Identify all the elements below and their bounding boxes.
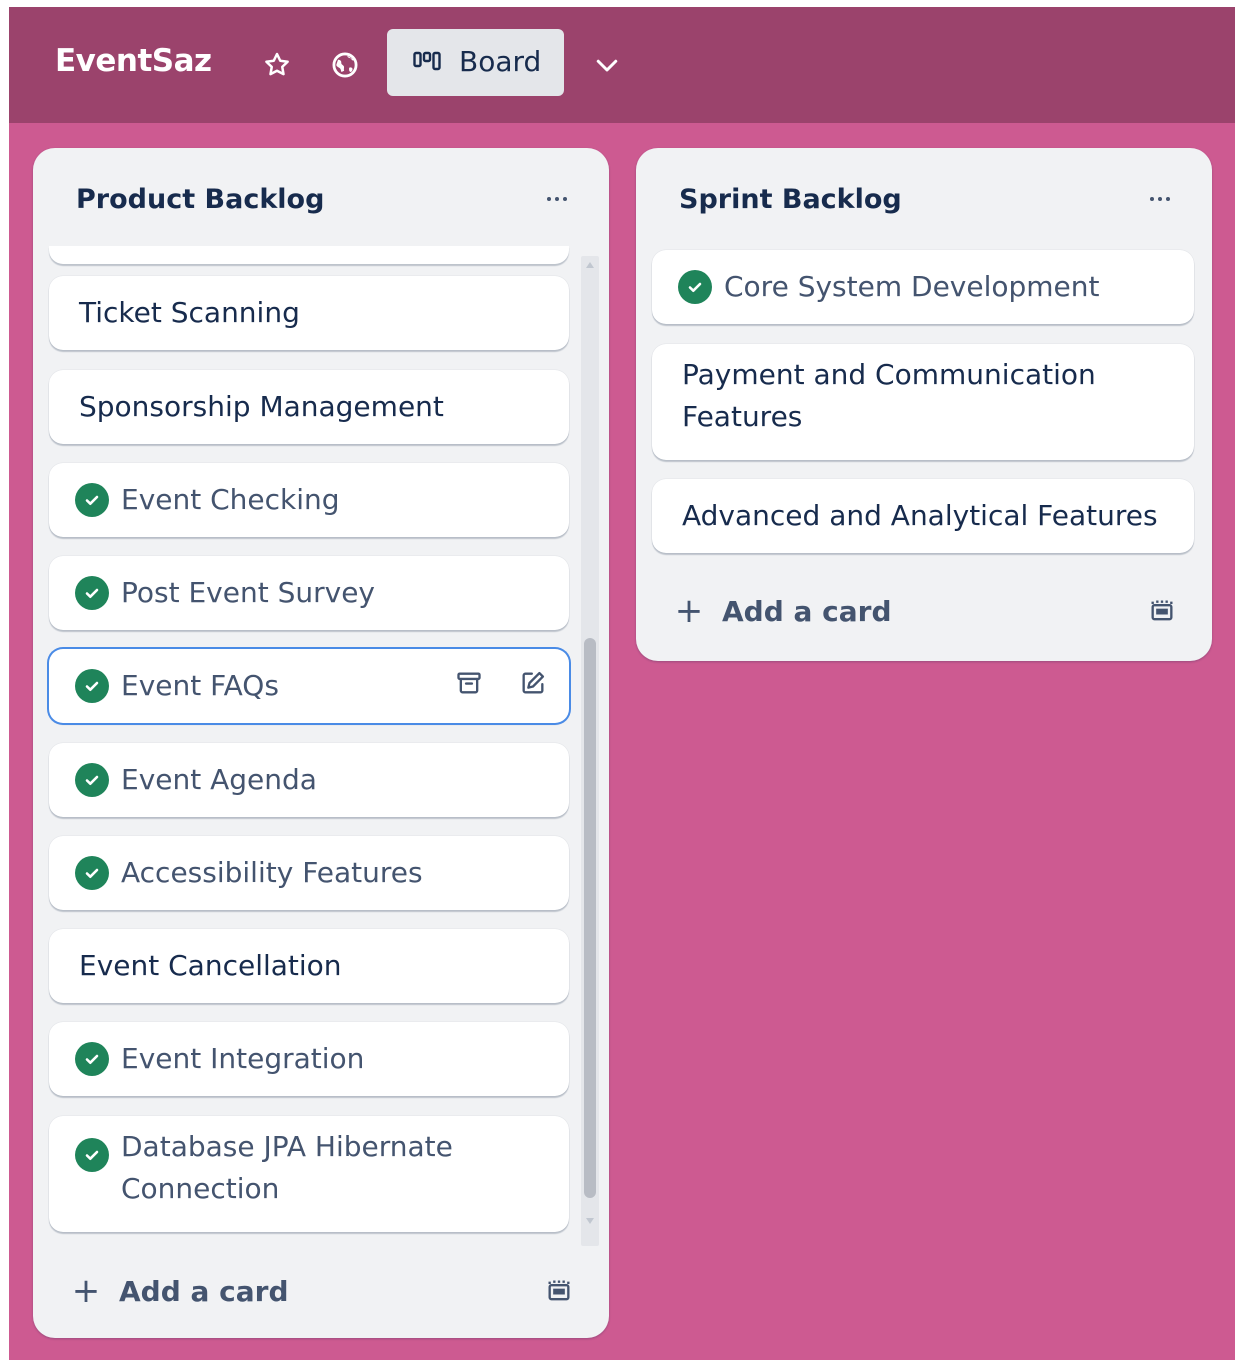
check-icon[interactable] bbox=[75, 483, 109, 517]
card[interactable]: Ticket Scanning bbox=[49, 276, 569, 350]
view-label: Board bbox=[459, 45, 542, 78]
card[interactable]: Advanced and Analytical Features bbox=[652, 479, 1194, 553]
board-header: EventSaz Board bbox=[9, 7, 1235, 123]
card-title: Event Checking bbox=[121, 483, 340, 516]
check-icon[interactable] bbox=[75, 856, 109, 890]
plus-icon: + bbox=[674, 591, 704, 631]
add-card-button[interactable]: + Add a card bbox=[670, 584, 892, 638]
card[interactable]: Post Event Survey bbox=[49, 556, 569, 630]
list-title[interactable]: Product Backlog bbox=[76, 184, 324, 215]
card-title: Core System Development bbox=[724, 270, 1100, 303]
star-icon[interactable] bbox=[257, 45, 297, 85]
card[interactable]: Payment and Communication Features bbox=[652, 344, 1194, 460]
scroll-up-arrow[interactable] bbox=[581, 256, 599, 274]
check-icon[interactable] bbox=[75, 1138, 109, 1172]
check-icon[interactable] bbox=[75, 576, 109, 610]
card-title: Event Integration bbox=[121, 1042, 365, 1075]
card-actions bbox=[451, 665, 551, 701]
list-menu-icon[interactable] bbox=[537, 186, 577, 212]
card[interactable]: Event Integration bbox=[49, 1022, 569, 1096]
card-focused[interactable]: Event FAQs bbox=[49, 649, 569, 723]
card[interactable]: Core System Development bbox=[652, 250, 1194, 324]
card-template-icon[interactable] bbox=[1142, 591, 1182, 631]
board-canvas: EventSaz Board Product Backlog Ticket Sc… bbox=[9, 7, 1235, 1360]
list-menu-icon[interactable] bbox=[1140, 186, 1180, 212]
list-sprint-backlog: Sprint Backlog Core System Development P… bbox=[636, 148, 1212, 661]
card-partial[interactable] bbox=[49, 246, 569, 264]
chevron-down-icon[interactable] bbox=[587, 45, 627, 85]
card-title: Event Cancellation bbox=[79, 949, 342, 982]
card-title: Payment and Communication Features bbox=[682, 358, 1096, 433]
add-card-label: Add a card bbox=[722, 594, 892, 628]
board-view-button[interactable]: Board bbox=[387, 29, 564, 96]
card-title: Ticket Scanning bbox=[79, 296, 300, 329]
card-title: Sponsorship Management bbox=[79, 390, 444, 423]
add-card-label: Add a card bbox=[119, 1274, 289, 1308]
list-product-backlog: Product Backlog Ticket Scanning Sponsors… bbox=[33, 148, 609, 1338]
card[interactable]: Sponsorship Management bbox=[49, 370, 569, 444]
card-title: Database JPA Hibernate Connection bbox=[121, 1130, 453, 1205]
card[interactable]: Database JPA Hibernate Connection bbox=[49, 1116, 569, 1232]
card-title: Event Agenda bbox=[121, 763, 317, 796]
archive-icon[interactable] bbox=[451, 665, 487, 701]
add-card-button[interactable]: + Add a card bbox=[67, 1264, 289, 1318]
check-icon[interactable] bbox=[75, 1042, 109, 1076]
card[interactable]: Accessibility Features bbox=[49, 836, 569, 910]
card-title: Post Event Survey bbox=[121, 576, 375, 609]
card[interactable]: Event Agenda bbox=[49, 743, 569, 817]
check-icon[interactable] bbox=[75, 669, 109, 703]
check-icon[interactable] bbox=[75, 763, 109, 797]
scroll-down-arrow[interactable] bbox=[581, 1212, 599, 1230]
board-title[interactable]: EventSaz bbox=[55, 43, 212, 79]
plus-icon: + bbox=[71, 1271, 101, 1311]
check-icon[interactable] bbox=[678, 270, 712, 304]
card-title: Advanced and Analytical Features bbox=[682, 499, 1158, 532]
list-title[interactable]: Sprint Backlog bbox=[679, 184, 902, 215]
scrollbar-thumb[interactable] bbox=[584, 638, 596, 1198]
card[interactable]: Event Cancellation bbox=[49, 929, 569, 1003]
card-list: Ticket Scanning Sponsorship Management E… bbox=[33, 246, 609, 1338]
edit-icon[interactable] bbox=[515, 665, 551, 701]
card-template-icon[interactable] bbox=[539, 1271, 579, 1311]
card-title: Event FAQs bbox=[121, 669, 279, 702]
board-icon bbox=[413, 51, 441, 77]
card-title: Accessibility Features bbox=[121, 856, 423, 889]
card[interactable]: Event Checking bbox=[49, 463, 569, 537]
globe-icon[interactable] bbox=[325, 45, 365, 85]
